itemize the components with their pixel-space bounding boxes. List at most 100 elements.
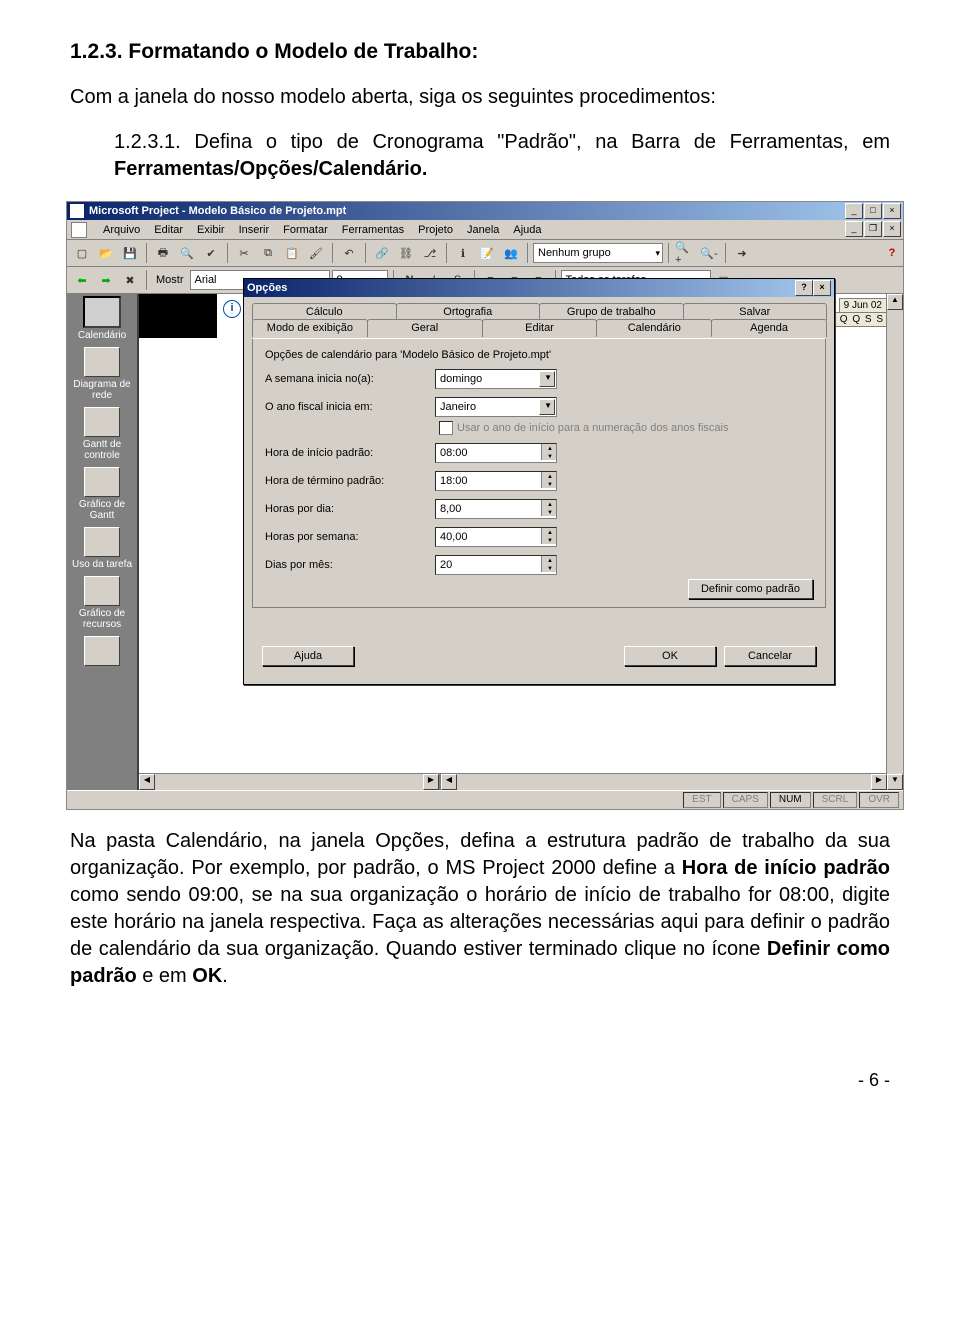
hscroll-left[interactable]: ◀▶: [139, 774, 439, 790]
hscroll-right[interactable]: ◀▶: [439, 774, 887, 790]
menu-ajuda[interactable]: Ajuda: [513, 224, 541, 236]
dialog-titlebar: Opções ? ×: [244, 279, 834, 297]
view-grafico-gantt[interactable]: Gráfico de Gantt: [68, 467, 136, 521]
start-time-value: 08:00: [440, 447, 468, 459]
help-icon[interactable]: ?: [881, 242, 903, 264]
start-time-label: Hora de início padrão:: [265, 447, 435, 459]
intro-text: Com a janela do nosso modelo aberta, sig…: [70, 84, 890, 111]
preview-icon[interactable]: 🔍: [176, 242, 198, 264]
dpm-label: Dias por mês:: [265, 559, 435, 571]
print-icon[interactable]: 🖶: [152, 242, 174, 264]
tab-geral[interactable]: Geral: [367, 319, 483, 337]
tab-calendario[interactable]: Calendário: [596, 319, 712, 337]
define-default-button[interactable]: Definir como padrão: [688, 579, 813, 599]
menu-inserir[interactable]: Inserir: [239, 224, 270, 236]
hpw-value: 40,00: [440, 531, 468, 543]
start-time-input[interactable]: 08:00 ▲▼: [435, 443, 557, 463]
menu-arquivo[interactable]: Arquivo: [103, 224, 140, 236]
view-grafico-recursos[interactable]: Gráfico de recursos: [68, 576, 136, 630]
tab-panel-calendario: Opções de calendário para 'Modelo Básico…: [252, 338, 826, 608]
fy-checkbox-label: Usar o ano de início para a numeração do…: [457, 422, 729, 434]
vertical-scrollbar[interactable]: ▲ ▼: [886, 294, 903, 790]
menu-exibir[interactable]: Exibir: [197, 224, 225, 236]
open-icon[interactable]: 📂: [95, 242, 117, 264]
menu-formatar[interactable]: Formatar: [283, 224, 328, 236]
view-label: Gantt de controle: [68, 439, 136, 461]
end-time-input[interactable]: 18:00 ▲▼: [435, 471, 557, 491]
undo-icon[interactable]: ↶: [338, 242, 360, 264]
menu-editar[interactable]: Editar: [154, 224, 183, 236]
tab-salvar[interactable]: Salvar: [683, 303, 828, 320]
step-1: 1.2.3.1. Defina o tipo de Cronograma "Pa…: [114, 129, 890, 183]
tab-modo-exibicao[interactable]: Modo de exibição: [252, 319, 368, 337]
toolbar-standard: ▢ 📂 💾 🖶 🔍 ✔ ✂ ⧉ 📋 🖌 ↶ 🔗 ⛓ ⎇ ℹ 📝 👥 Nenhum…: [67, 240, 903, 267]
doc-close-button[interactable]: ×: [883, 221, 901, 237]
tab-grupo-trabalho[interactable]: Grupo de trabalho: [539, 303, 684, 320]
cancel-button[interactable]: Cancelar: [724, 646, 816, 666]
view-bar: Calendário Diagrama de rede Gantt de con…: [67, 294, 139, 790]
copy-icon[interactable]: ⧉: [257, 242, 279, 264]
zoom-out-icon[interactable]: 🔍-: [698, 242, 720, 264]
tab-agenda[interactable]: Agenda: [711, 319, 827, 337]
nav-fwd-icon[interactable]: ➡: [95, 269, 117, 291]
doc-restore-button[interactable]: ❐: [864, 221, 882, 237]
fy-checkbox[interactable]: [439, 421, 453, 435]
nav-back-icon[interactable]: ⬅: [71, 269, 93, 291]
goto-icon[interactable]: ➜: [731, 242, 753, 264]
paste-icon[interactable]: 📋: [281, 242, 303, 264]
menu-janela[interactable]: Janela: [467, 224, 499, 236]
maximize-button[interactable]: □: [864, 203, 882, 219]
close-button[interactable]: ×: [883, 203, 901, 219]
format-painter-icon[interactable]: 🖌: [305, 242, 327, 264]
hpd-input[interactable]: 8,00 ▲▼: [435, 499, 557, 519]
row-gutter: [139, 294, 217, 338]
cut-icon[interactable]: ✂: [233, 242, 255, 264]
view-diagrama-rede[interactable]: Diagrama de rede: [68, 347, 136, 401]
hpw-input[interactable]: 40,00 ▲▼: [435, 527, 557, 547]
hpd-value: 8,00: [440, 503, 461, 515]
week-start-label: A semana inicia no(a):: [265, 373, 435, 385]
task-info-icon: i: [223, 300, 241, 318]
zoom-in-icon[interactable]: 🔍+: [674, 242, 696, 264]
tab-calculo[interactable]: Cálculo: [252, 303, 397, 320]
dialog-help-button[interactable]: ?: [795, 280, 813, 296]
ok-button[interactable]: OK: [624, 646, 716, 666]
unlink-icon[interactable]: ⛓: [395, 242, 417, 264]
info-icon[interactable]: ℹ: [452, 242, 474, 264]
minimize-button[interactable]: _: [845, 203, 863, 219]
group-combo[interactable]: Nenhum grupo: [533, 243, 663, 263]
link-icon[interactable]: 🔗: [371, 242, 393, 264]
split-icon[interactable]: ⎇: [419, 242, 441, 264]
save-icon[interactable]: 💾: [119, 242, 141, 264]
scroll-down-icon[interactable]: ▼: [887, 774, 903, 790]
assign-icon[interactable]: 👥: [500, 242, 522, 264]
view-more[interactable]: [68, 636, 136, 668]
view-label: Gráfico de Gantt: [68, 499, 136, 521]
menu-projeto[interactable]: Projeto: [418, 224, 453, 236]
menu-ferramentas[interactable]: Ferramentas: [342, 224, 404, 236]
doc-minimize-button[interactable]: _: [845, 221, 863, 237]
new-icon[interactable]: ▢: [71, 242, 93, 264]
notes-icon[interactable]: 📝: [476, 242, 498, 264]
body-text-4: .: [222, 965, 228, 987]
tab-ortografia[interactable]: Ortografia: [396, 303, 541, 320]
document-icon: [71, 222, 87, 238]
fy-start-label: O ano fiscal inicia em:: [265, 401, 435, 413]
fy-start-combo[interactable]: Janeiro▼: [435, 397, 557, 417]
view-calendario[interactable]: Calendário: [68, 296, 136, 341]
window-buttons: _ □ ×: [845, 203, 901, 219]
view-gantt-controle[interactable]: Gantt de controle: [68, 407, 136, 461]
view-label: Gráfico de recursos: [68, 608, 136, 630]
dpm-input[interactable]: 20 ▲▼: [435, 555, 557, 575]
tab-editar[interactable]: Editar: [482, 319, 598, 337]
week-start-combo[interactable]: domingo▼: [435, 369, 557, 389]
group-label: Opções de calendário para 'Modelo Básico…: [265, 349, 813, 361]
help-button[interactable]: Ajuda: [262, 646, 354, 666]
status-num: NUM: [770, 792, 811, 808]
nav-stop-icon[interactable]: ✖: [119, 269, 141, 291]
spell-icon[interactable]: ✔: [200, 242, 222, 264]
dialog-close-button[interactable]: ×: [813, 280, 831, 296]
view-uso-tarefa[interactable]: Uso da tarefa: [68, 527, 136, 570]
scroll-up-icon[interactable]: ▲: [887, 294, 903, 310]
hpd-label: Horas por dia:: [265, 503, 435, 515]
